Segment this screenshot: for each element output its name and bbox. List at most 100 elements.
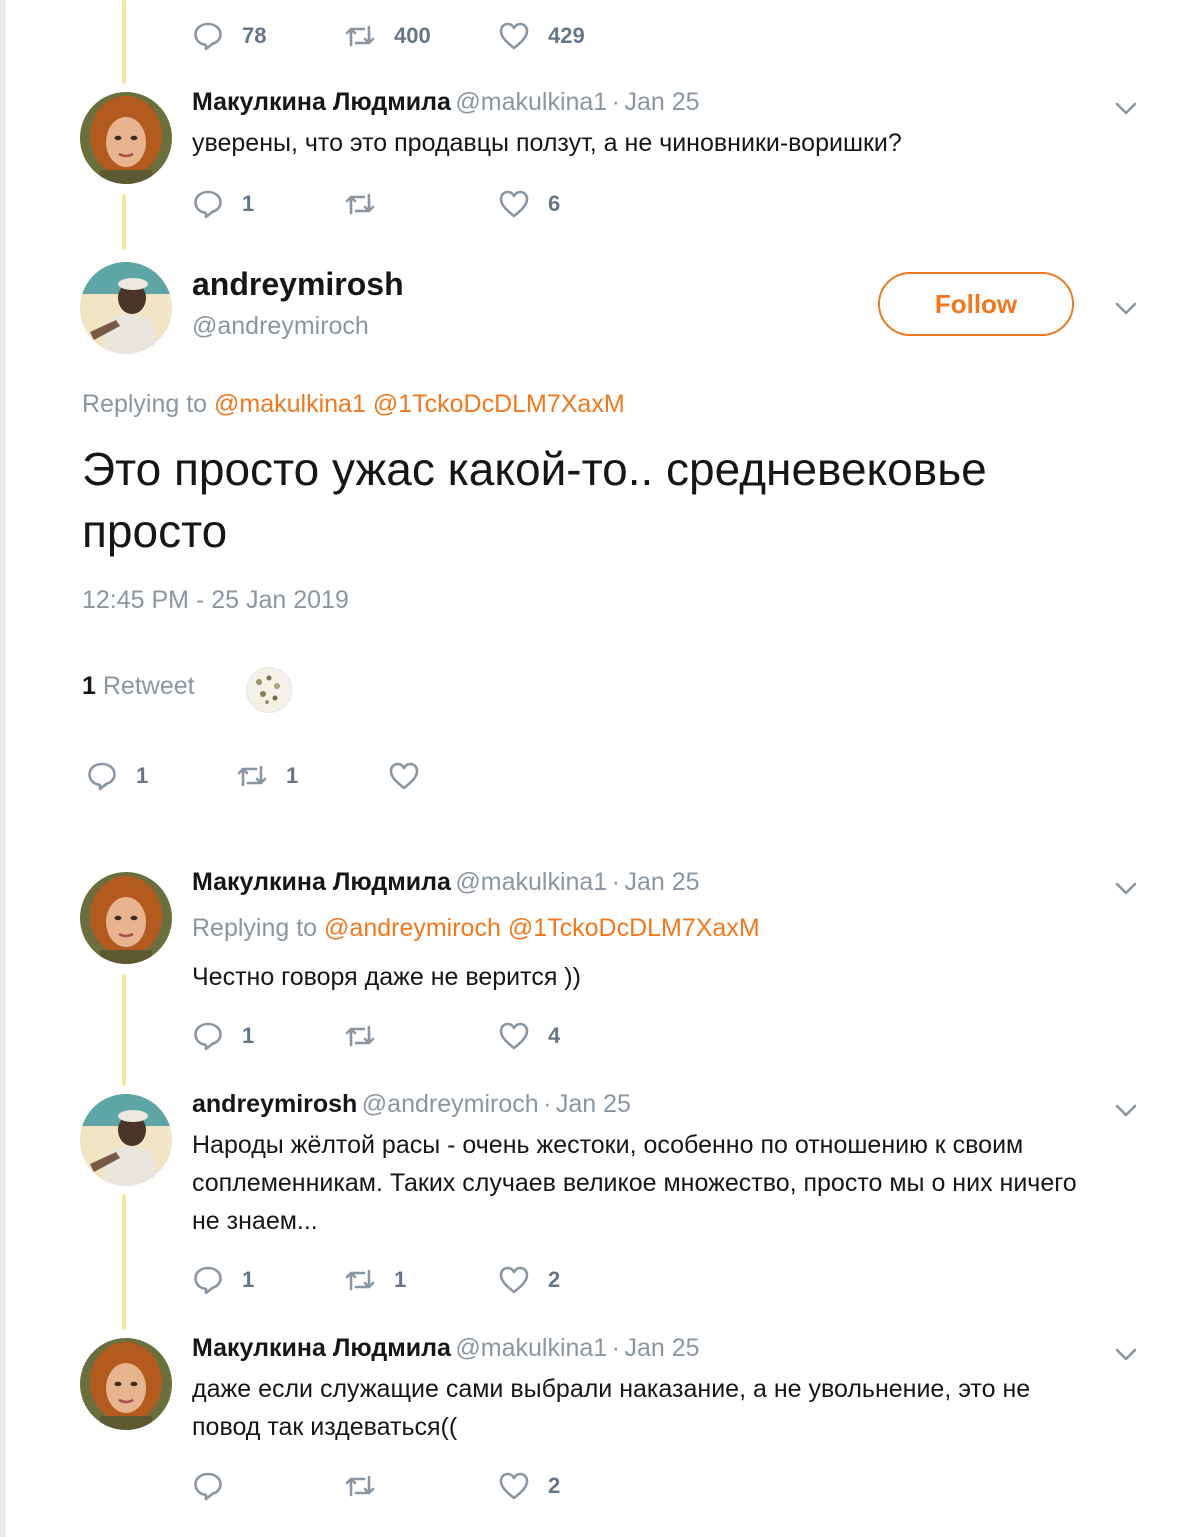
user-handle[interactable]: @andreymiroch (362, 1090, 539, 1118)
reply-count: 1 (242, 1267, 255, 1292)
reply-count: 1 (242, 1023, 255, 1048)
reply-icon (192, 1020, 224, 1052)
mention-link[interactable]: @makulkina1 (214, 390, 366, 418)
tweet-text: Честно говоря даже не верится )) (192, 963, 581, 991)
retweet-count: 1 (286, 763, 299, 788)
chevron-down-icon[interactable] (1112, 1340, 1140, 1368)
avatar[interactable] (80, 92, 172, 184)
tweet-header: Макулкина Людмила @makulkina1 · Jan 25 (192, 88, 700, 117)
like-count: 2 (548, 1473, 561, 1498)
reply-button[interactable] (192, 1466, 242, 1506)
like-count: 6 (548, 191, 561, 216)
display-name[interactable]: andreymirosh (192, 1090, 357, 1118)
tweet-date[interactable]: Jan 25 (624, 868, 699, 896)
chevron-down-icon[interactable] (1112, 94, 1140, 122)
retweet-count: 1 (394, 1267, 407, 1292)
retweet-stats[interactable]: 1 Retweet (82, 672, 195, 701)
display-name[interactable]: Макулкина Людмила (192, 88, 451, 116)
reply-button[interactable]: 78 (192, 16, 266, 56)
display-name[interactable]: Макулкина Людмила (192, 868, 451, 896)
display-name[interactable]: Макулкина Людмила (192, 1334, 451, 1362)
separator: · (611, 88, 620, 116)
thread-line (122, 1194, 126, 1330)
retweet-icon (236, 760, 268, 792)
separator: · (543, 1090, 552, 1118)
reply-count: 1 (242, 191, 255, 216)
reply-icon (192, 188, 224, 220)
tweet-text: даже если служащие сами выбрали наказани… (192, 1370, 1030, 1446)
chevron-down-icon[interactable] (1112, 1096, 1140, 1124)
retweet-icon (344, 20, 376, 52)
tweet-header: Макулкина Людмила @makulkina1 · Jan 25 (192, 868, 700, 897)
retweet-icon (344, 1020, 376, 1052)
like-button[interactable]: 6 (498, 184, 560, 224)
retweet-button[interactable]: 1 (236, 756, 298, 796)
reply-button[interactable]: 1 (86, 756, 148, 796)
separator: · (611, 1334, 620, 1362)
tweet-timestamp[interactable]: 12:45 PM - 25 Jan 2019 (82, 586, 349, 615)
tweet-text: уверены, что это продавцы ползут, а не ч… (192, 129, 902, 157)
like-count: 2 (548, 1267, 561, 1292)
tweet-text-line: не знаем... (192, 1207, 318, 1235)
retweet-stat-label: Retweet (102, 672, 195, 700)
tweet-text: Это просто ужас какой-то.. средневековье… (82, 443, 987, 557)
reply-button[interactable]: 1 (192, 184, 254, 224)
retweet-button[interactable] (344, 1016, 394, 1056)
user-handle[interactable]: @makulkina1 (455, 88, 607, 116)
like-icon (388, 760, 420, 792)
like-icon (498, 1264, 530, 1296)
retweet-button[interactable] (344, 184, 394, 224)
tweet-header: andreymirosh @andreymiroch · Jan 25 (192, 1090, 631, 1119)
retweet-button[interactable]: 1 (344, 1260, 406, 1300)
display-name[interactable]: andreymirosh (192, 266, 404, 303)
like-button[interactable]: 2 (498, 1260, 560, 1300)
retweeter-avatar[interactable] (246, 667, 292, 713)
tweet-text-line: соплеменникам. Таких случаев великое мно… (192, 1169, 1077, 1197)
avatar[interactable] (80, 872, 172, 964)
tweet-text-line: Народы жёлтой расы - очень жестоки, особ… (192, 1131, 1024, 1159)
chevron-down-icon[interactable] (1112, 294, 1140, 322)
chevron-down-icon[interactable] (1112, 874, 1140, 902)
reply-icon (86, 760, 118, 792)
retweet-icon (344, 1264, 376, 1296)
like-count: 429 (548, 23, 585, 48)
avatar[interactable] (80, 1094, 172, 1186)
replying-label: Replying to (192, 914, 318, 942)
tweet-date[interactable]: Jan 25 (556, 1090, 631, 1118)
user-handle[interactable]: @makulkina1 (455, 1334, 607, 1362)
left-window-edge (0, 0, 6, 1537)
mention-link[interactable]: @1TckoDcDLM7XaxM (373, 390, 625, 418)
separator: · (611, 868, 620, 896)
mention-link[interactable]: @andreymiroch (324, 914, 501, 942)
avatar[interactable] (80, 262, 172, 354)
tweet-text-line: даже если служащие сами выбрали наказани… (192, 1375, 1031, 1403)
tweet-date[interactable]: Jan 25 (624, 1334, 699, 1362)
retweet-button[interactable]: 400 (344, 16, 431, 56)
avatar[interactable] (80, 1338, 172, 1430)
retweet-icon (344, 1470, 376, 1502)
mention-link[interactable]: @1TckoDcDLM7XaxM (508, 914, 760, 942)
reply-count: 1 (136, 763, 149, 788)
reply-count: 78 (242, 23, 267, 48)
replying-label: Replying to (82, 390, 208, 418)
like-icon (498, 1020, 530, 1052)
like-button[interactable]: 4 (498, 1016, 560, 1056)
tweet-date[interactable]: Jan 25 (624, 88, 699, 116)
user-handle[interactable]: @makulkina1 (455, 868, 607, 896)
like-icon (498, 20, 530, 52)
follow-button[interactable]: Follow (878, 272, 1074, 336)
like-button[interactable]: 429 (498, 16, 585, 56)
replying-to: Replying to @andreymiroch @1TckoDcDLM7Xa… (192, 914, 760, 943)
tweet-text: Народы жёлтой расы - очень жестоки, особ… (192, 1126, 1077, 1240)
reply-icon (192, 1470, 224, 1502)
retweet-stat-count: 1 (82, 672, 96, 700)
like-button[interactable] (388, 756, 438, 796)
user-handle[interactable]: @andreymiroch (192, 312, 369, 341)
reply-button[interactable]: 1 (192, 1016, 254, 1056)
retweet-button[interactable] (344, 1466, 394, 1506)
retweet-count: 400 (394, 23, 431, 48)
like-button[interactable]: 2 (498, 1466, 560, 1506)
reply-icon (192, 1264, 224, 1296)
reply-button[interactable]: 1 (192, 1260, 254, 1300)
tweet-text-line: повод так издеваться(( (192, 1413, 458, 1441)
